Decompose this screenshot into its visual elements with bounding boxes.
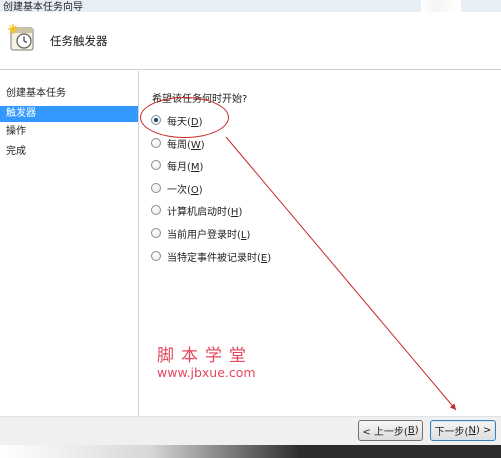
option-at-logon[interactable]: 当前用户登录时(L) (151, 226, 251, 241)
radio-once[interactable] (151, 183, 161, 193)
radio-monthly[interactable] (151, 160, 161, 170)
clock-icon (8, 24, 34, 51)
next-button[interactable]: 下一步(N) > (430, 420, 496, 441)
option-monthly[interactable]: 每月(M) (151, 158, 204, 173)
option-weekly[interactable]: 每周(W) (151, 136, 205, 151)
radio-at-logon[interactable] (151, 228, 161, 238)
radio-at-startup[interactable] (151, 205, 161, 215)
sidebar-item-create-basic-task[interactable]: 创建基本任务 (0, 86, 138, 102)
watermark-url: www.jbxue.com (157, 365, 256, 380)
option-once[interactable]: 一次(O) (151, 181, 203, 196)
option-at-logon-label: 当前用户登录时(L) (167, 229, 251, 241)
page-title: 任务触发器 (50, 34, 108, 48)
option-on-event-label: 当特定事件被记录时(E) (167, 252, 272, 264)
wizard-steps-sidebar: 创建基本任务 触发器 操作 完成 (0, 71, 139, 416)
sidebar-item-finish[interactable]: 完成 (0, 144, 138, 160)
annotation-ellipse (140, 97, 229, 138)
radio-weekly[interactable] (151, 138, 161, 148)
window-title: 创建基本任务向导 (3, 2, 83, 12)
sidebar-item-action[interactable]: 操作 (0, 124, 138, 140)
titlebar-blur (421, 0, 461, 12)
watermark-site-name: 脚本学堂 (157, 346, 253, 366)
sidebar-item-trigger[interactable]: 触发器 (0, 106, 138, 122)
option-at-startup-label: 计算机启动时(H) (167, 206, 243, 218)
back-button[interactable]: < 上一步(B) (358, 420, 423, 441)
site-watermark: 脚本学堂 www.jbxue.com (157, 341, 277, 380)
wizard-header: 任务触发器 (0, 12, 501, 70)
window-titlebar: 创建基本任务向导 (0, 0, 501, 12)
option-on-event[interactable]: 当特定事件被记录时(E) (151, 249, 272, 264)
option-once-label: 一次(O) (167, 184, 203, 196)
radio-on-event[interactable] (151, 251, 161, 261)
option-monthly-label: 每月(M) (167, 161, 204, 173)
option-at-startup[interactable]: 计算机启动时(H) (151, 203, 243, 218)
wizard-footer: < 上一步(B) 下一步(N) > (0, 416, 501, 458)
footer-shadow-fade (0, 445, 300, 458)
